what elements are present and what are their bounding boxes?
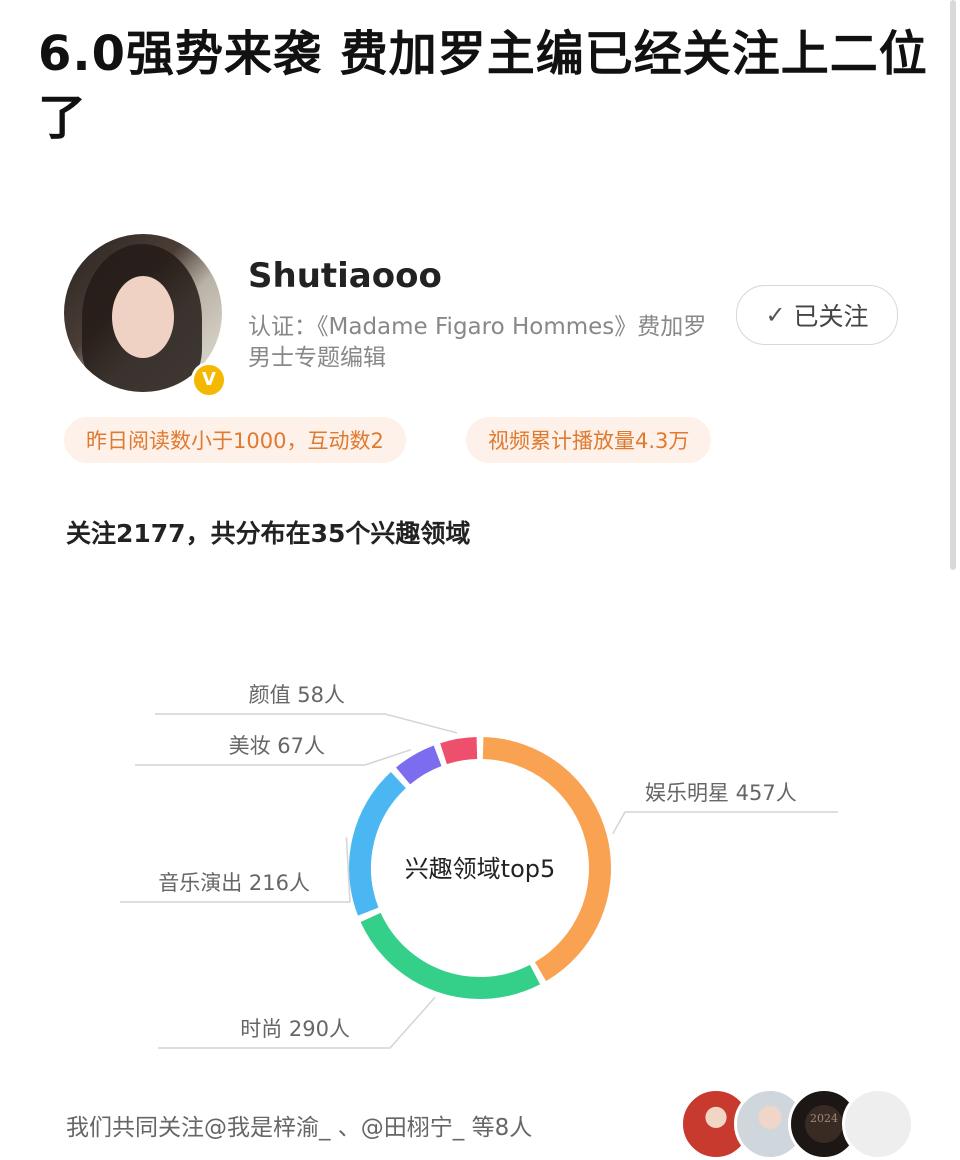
donut-slice-5: [440, 737, 478, 765]
donut-slice-4: [396, 745, 442, 785]
follow-summary: 关注2177，共分布在35个兴趣领域: [66, 519, 471, 548]
certification-text: 认证：《Madame Figaro Hommes》费加罗男士专题编辑: [248, 314, 707, 371]
mutual-avatar[interactable]: [842, 1088, 914, 1160]
scrollbar[interactable]: [950, 0, 956, 570]
following-button[interactable]: ✓ 已关注: [736, 285, 898, 345]
slice-label-1: 娱乐明星 457人: [645, 781, 797, 805]
donut-slice-3: [349, 771, 407, 916]
slice-label-5: 颜值 58人: [249, 683, 345, 707]
avatar-face: [112, 276, 174, 358]
donut-slice-2: [360, 912, 541, 999]
leader-line-1: [612, 811, 838, 835]
slice-label-4: 美妆 67人: [229, 734, 325, 758]
reads-stat-badge: 昨日阅读数小于1000，互动数2: [64, 417, 406, 463]
following-button-label: 已关注: [793, 302, 869, 331]
interest-donut-chart: 娱乐明星 457人时尚 290人 音乐演出 216人 美妆 67人 颜值 58人 兴趣…: [120, 683, 838, 1049]
views-stat-badge: 视频累计播放量4.3万: [466, 417, 712, 463]
slice-label-3: 音乐演出 216人: [158, 871, 310, 895]
verified-icon: V: [191, 362, 227, 398]
check-icon: ✓: [765, 301, 786, 329]
post-headline: 6.0强势来袭 费加罗主编已经关注上二位了: [38, 26, 928, 146]
slice-label-2: 时尚 290人: [240, 1017, 350, 1041]
leader-line-5: [155, 713, 458, 734]
username[interactable]: Shutiaooo: [248, 256, 442, 296]
chart-center-label: 兴趣领域top5: [405, 855, 556, 883]
mutual-follow-text[interactable]: 我们共同关注@我是梓渝_ 、@田栩宁_ 等8人: [66, 1108, 532, 1142]
